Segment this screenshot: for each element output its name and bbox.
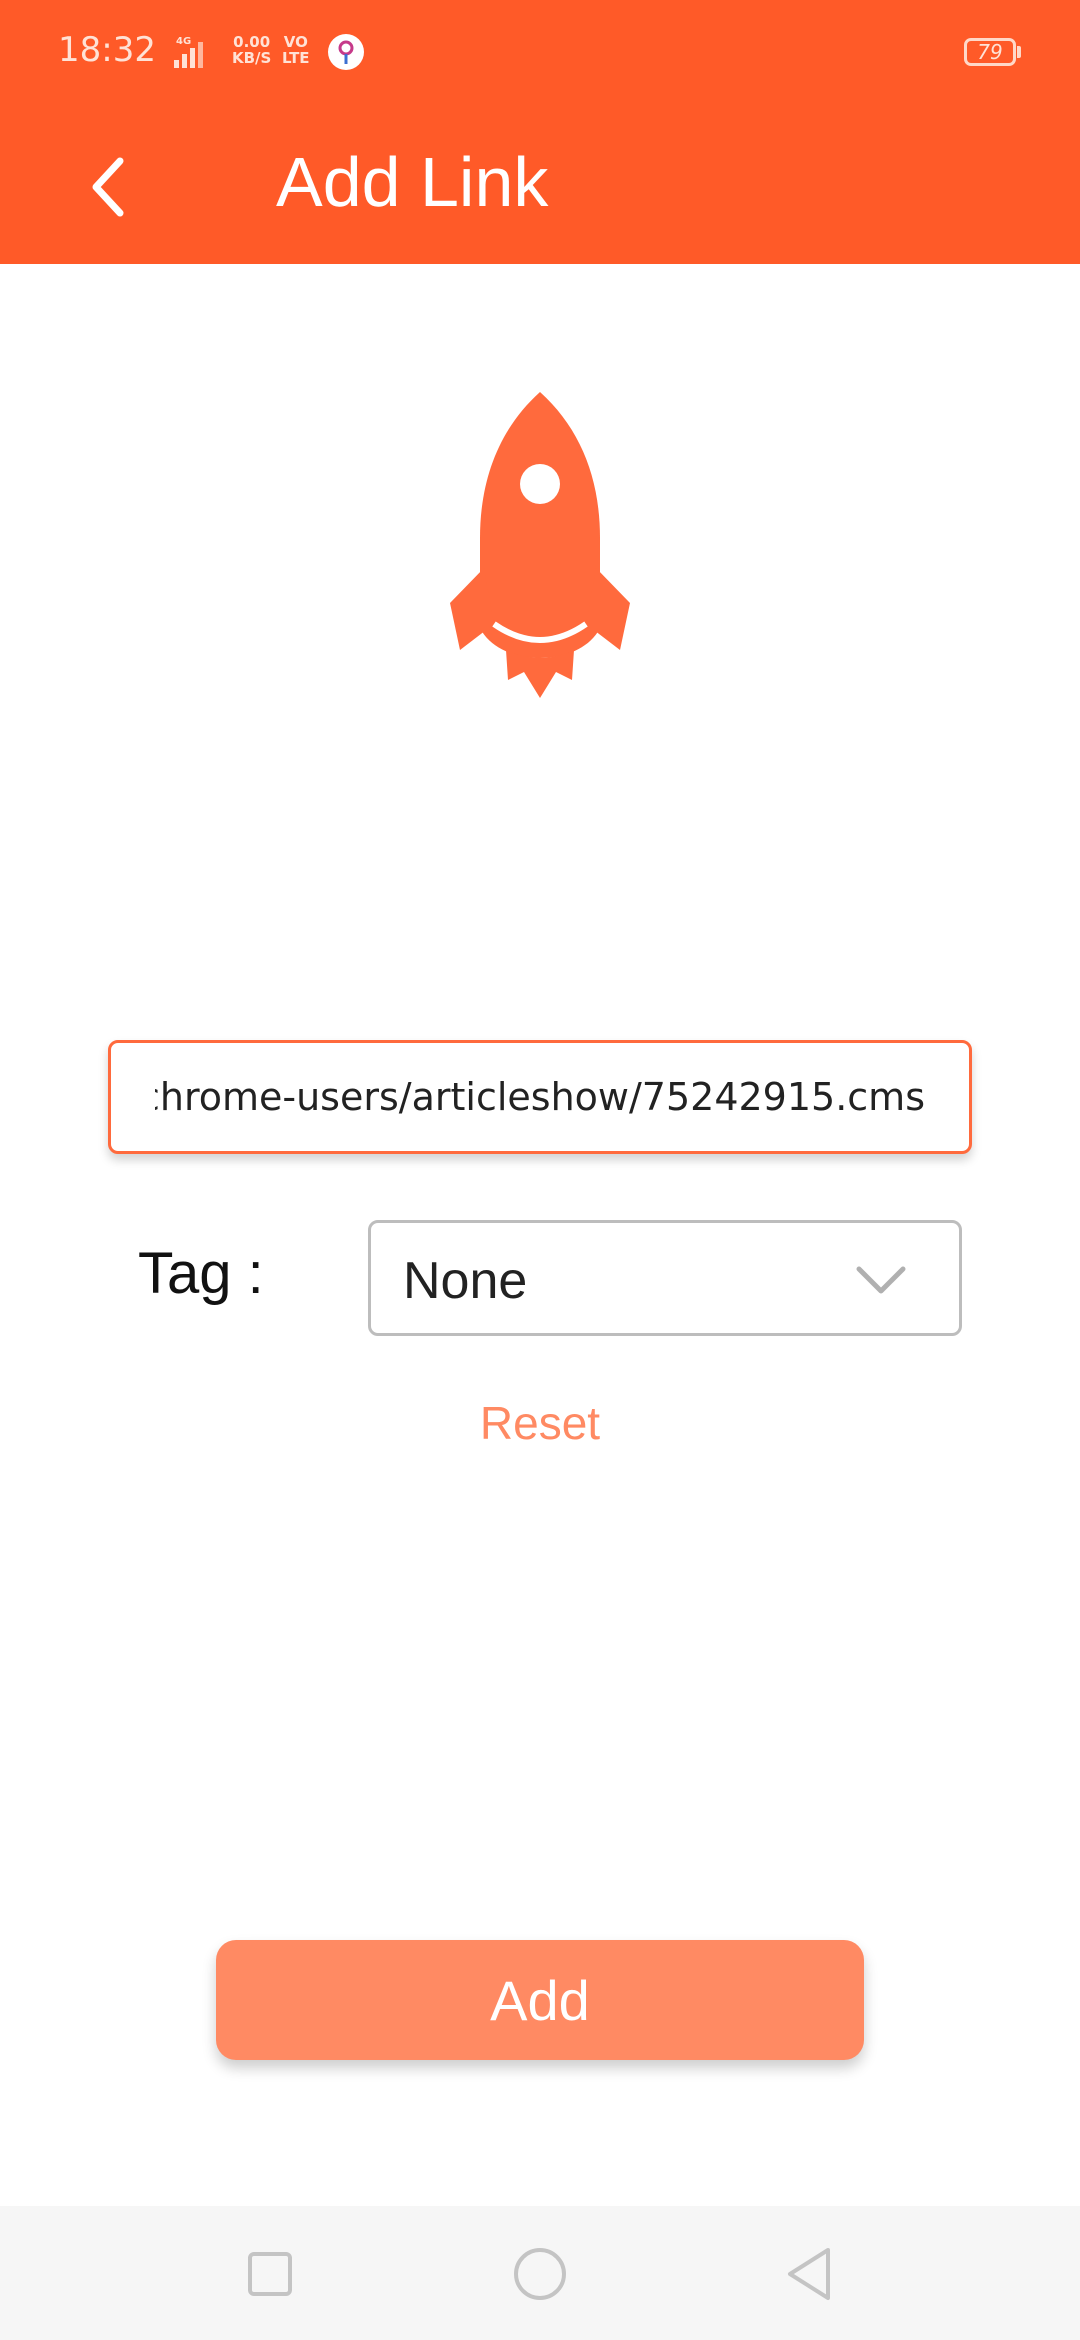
- screen: 18:32 4G 0.00 KB/S VO LTE 79 Add Link ht…: [0, 0, 1080, 2340]
- system-nav-bar: [0, 2206, 1080, 2340]
- triangle-back-icon[interactable]: [778, 2242, 842, 2306]
- volte-indicator: VO LTE: [282, 34, 310, 66]
- add-button[interactable]: Add: [216, 1940, 864, 2060]
- speed-unit: KB/S: [232, 49, 272, 67]
- app-bar: Add Link: [0, 110, 1080, 264]
- volte-bottom: LTE: [282, 49, 310, 67]
- status-time: 18:32: [58, 30, 156, 70]
- status-bar: 18:32 4G 0.00 KB/S VO LTE 79: [0, 0, 1080, 110]
- back-button[interactable]: [70, 137, 146, 237]
- chevron-down-icon: [856, 1266, 906, 1294]
- square-icon[interactable]: [238, 2242, 302, 2306]
- tag-dropdown[interactable]: None: [368, 1220, 962, 1336]
- network-speed: 0.00 KB/S: [232, 34, 271, 66]
- chevron-left-icon: [92, 157, 124, 217]
- network-type: 4G: [176, 36, 191, 47]
- page-title: Add Link: [276, 143, 549, 221]
- battery-tip: [1017, 46, 1021, 58]
- volte-top: VO: [283, 33, 308, 51]
- tag-selected-value: None: [403, 1252, 528, 1310]
- rocket-icon: [450, 392, 630, 698]
- speed-value: 0.00: [233, 33, 271, 51]
- signal-icon: 4G: [174, 36, 203, 68]
- url-input[interactable]: [111, 1043, 969, 1151]
- battery-icon: 79: [964, 38, 1016, 66]
- circle-icon[interactable]: [508, 2242, 572, 2306]
- reset-button[interactable]: Reset: [440, 1396, 640, 1450]
- notification-app-icon: [328, 34, 364, 70]
- tag-label: Tag :: [138, 1241, 264, 1306]
- url-field[interactable]: [108, 1040, 972, 1154]
